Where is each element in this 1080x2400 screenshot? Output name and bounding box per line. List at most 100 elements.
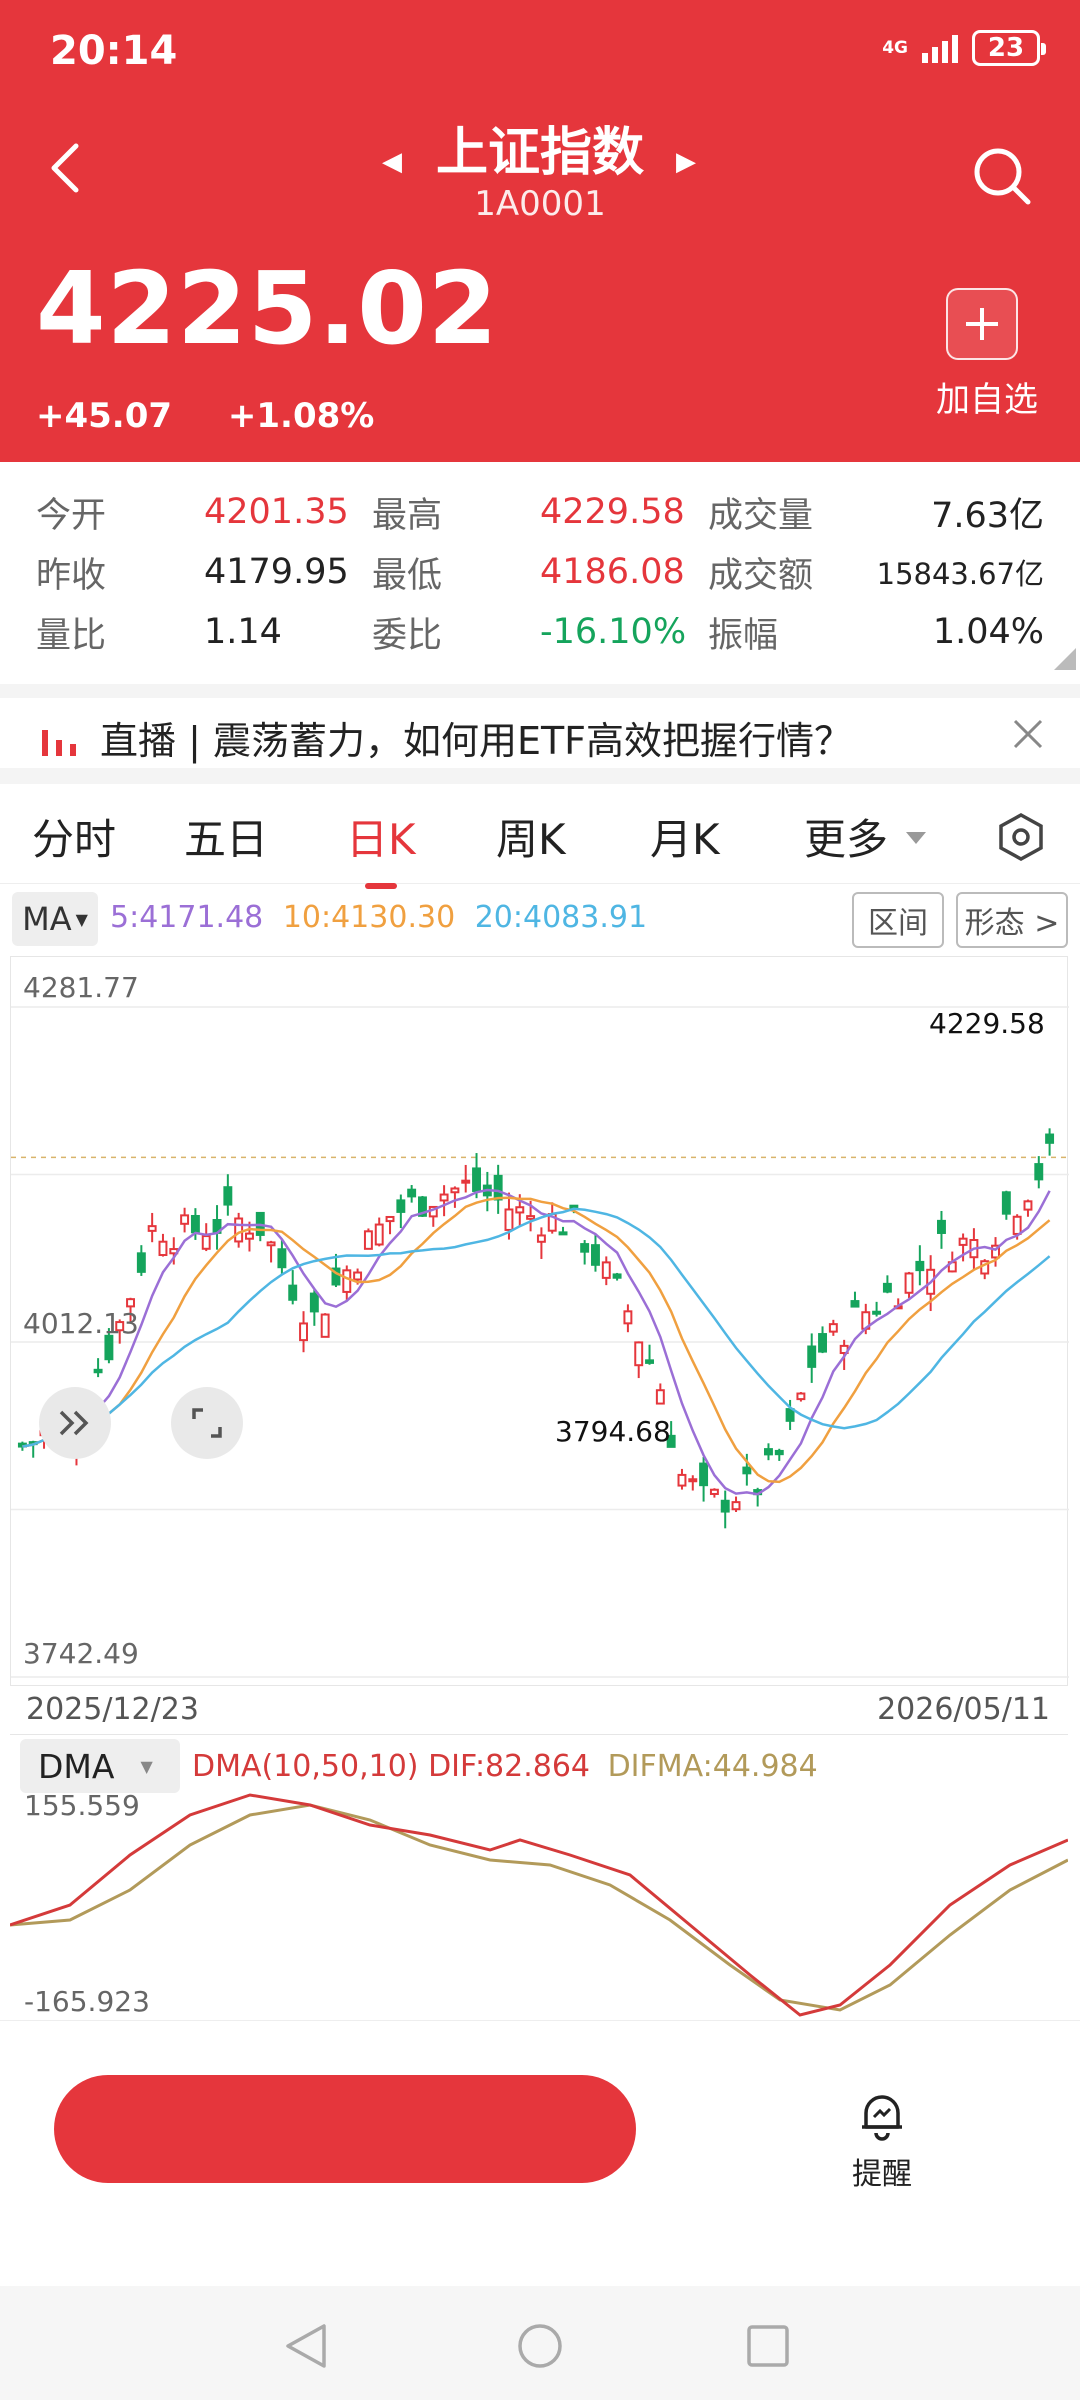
candle-body xyxy=(515,1206,525,1214)
plus-icon xyxy=(966,308,998,340)
dma-values: DMA(10,50,10) DIF:82.864 DIFMA:44.984 xyxy=(192,1749,818,1784)
tab-weekly-k[interactable]: 周K xyxy=(496,806,566,867)
stat-value: 1.04% xyxy=(932,612,1044,652)
stat-label: 成交量 xyxy=(708,495,814,536)
add-watchlist-label[interactable]: 加自选 xyxy=(936,372,1038,421)
candle-body xyxy=(320,1313,330,1338)
candle-body xyxy=(309,1292,319,1313)
candle-body xyxy=(526,1215,536,1220)
dma-top-label: 155.559 xyxy=(24,1789,140,1822)
system-nav-bar xyxy=(0,2286,1080,2400)
fullscreen-button[interactable] xyxy=(171,1387,243,1459)
close-banner-button[interactable] xyxy=(1012,718,1044,754)
candle-body xyxy=(850,1300,860,1308)
stat-value: 4229.58 xyxy=(540,492,685,532)
candle-body xyxy=(439,1193,449,1202)
live-banner[interactable]: 直播 | 震荡蓄力，如何用ETF高效把握行情？ xyxy=(0,684,1080,768)
candle-body xyxy=(796,1392,806,1401)
stock-code: 1A0001 xyxy=(474,184,606,224)
candle-body xyxy=(558,1231,568,1236)
pattern-button[interactable]: 形态 > xyxy=(956,892,1068,948)
nav-back-icon[interactable] xyxy=(284,2322,328,2370)
candle-body xyxy=(882,1282,892,1293)
section-divider xyxy=(0,768,1080,784)
chart-settings-button[interactable] xyxy=(998,812,1044,866)
candle-body xyxy=(872,1310,882,1315)
stat-label: 成交额 xyxy=(708,555,814,596)
x-axis-end-date: 2026/05/11 xyxy=(877,1692,1050,1727)
dif-line xyxy=(10,1793,1068,2017)
double-chevron-right-icon xyxy=(59,1410,89,1436)
difma-line xyxy=(10,1803,1068,2012)
stats-row: 量比 1.14 委比 -16.10% 振幅 1.04% xyxy=(0,602,1080,662)
tab-more[interactable]: 更多 xyxy=(804,806,888,867)
live-banner-text: 直播 | 震荡蓄力，如何用ETF高效把握行情？ xyxy=(100,719,853,763)
tab-five-day[interactable]: 五日 xyxy=(184,806,268,867)
add-watchlist-button[interactable] xyxy=(946,288,1018,360)
stats-row: 昨收 4179.95 最低 4186.08 成交额 15843.67亿 xyxy=(0,542,1080,602)
candle-body xyxy=(720,1499,730,1513)
ma10-value: 10:4130.30 xyxy=(282,900,456,935)
candle-body xyxy=(396,1199,406,1213)
trade-button[interactable] xyxy=(54,2075,636,2183)
candle-body xyxy=(688,1478,698,1483)
stat-value: 4179.95 xyxy=(204,552,349,592)
stat-value: 4186.08 xyxy=(540,552,685,592)
stat-label: 委比 xyxy=(372,615,443,656)
search-button[interactable] xyxy=(972,146,1032,210)
range-button[interactable]: 区间 xyxy=(852,892,944,948)
bottom-action-bar: 提醒 xyxy=(0,2020,1080,2284)
nav-home-icon[interactable] xyxy=(516,2322,564,2370)
expand-corner-icon[interactable] xyxy=(1054,648,1076,670)
low-price-marker: 3794.68 xyxy=(555,1415,671,1448)
period-tabs: 分时 五日 日K 周K 月K 更多 xyxy=(0,784,1080,889)
indicator-selector-button[interactable]: DMA ▼ xyxy=(20,1739,180,1793)
candle-body xyxy=(634,1341,644,1367)
expand-chart-button[interactable] xyxy=(39,1387,111,1459)
indicator-selector-label: DMA xyxy=(38,1746,115,1786)
candle-body xyxy=(363,1230,373,1250)
nav-recents-icon[interactable] xyxy=(746,2324,790,2368)
candle-body xyxy=(158,1240,168,1257)
candle-body xyxy=(655,1389,665,1405)
candle-body xyxy=(1012,1215,1022,1235)
settings-hexagon-icon xyxy=(999,813,1043,861)
candle-body xyxy=(709,1488,719,1495)
stat-label: 昨收 xyxy=(36,555,107,596)
candle-body xyxy=(493,1174,503,1201)
stat-label: 最低 xyxy=(372,555,443,596)
signal-icon xyxy=(922,33,958,63)
stat-label: 振幅 xyxy=(708,615,779,656)
candle-body xyxy=(1045,1133,1055,1144)
tab-daily-k[interactable]: 日K xyxy=(346,806,416,889)
stat-label: 今开 xyxy=(36,495,107,536)
stats-row: 今开 4201.35 最高 4229.58 成交量 7.63亿 xyxy=(0,482,1080,542)
candle-body xyxy=(299,1322,308,1342)
candle-body xyxy=(504,1208,514,1231)
bell-alert-icon xyxy=(862,2095,902,2141)
difma-value: DIFMA:44.984 xyxy=(607,1749,818,1784)
next-stock-button[interactable]: ▶ xyxy=(676,147,696,177)
candle-body xyxy=(623,1310,633,1325)
candle-body xyxy=(277,1248,287,1269)
kline-chart[interactable]: 4281.77 4012.13 3742.49 4229.58 3794.68 xyxy=(10,956,1069,1686)
candle-body xyxy=(569,1204,579,1209)
candle-body xyxy=(785,1408,795,1422)
dma-indicator-panel[interactable]: DMA ▼ DMA(10,50,10) DIF:82.864 DIFMA:44.9… xyxy=(10,1734,1068,2024)
fullscreen-icon xyxy=(192,1408,222,1438)
stat-value: 15843.67亿 xyxy=(876,557,1044,591)
ma-selector-button[interactable]: MA ▼ xyxy=(12,892,98,946)
tab-intraday[interactable]: 分时 xyxy=(32,806,116,867)
candle-body xyxy=(461,1179,471,1184)
stock-header: 20:14 4G 23 ◀ 上证指数 ▶ 1A0001 4225.02 +45.… xyxy=(0,0,1080,462)
high-price-marker: 4229.58 xyxy=(929,1007,1045,1040)
kline-plot xyxy=(11,1006,1069,1678)
candle-body xyxy=(536,1234,546,1243)
stat-value: 7.63亿 xyxy=(931,495,1044,536)
candle-body xyxy=(1023,1200,1033,1211)
alert-button[interactable]: 提醒 xyxy=(852,2089,912,2193)
dif-value: DIF:82.864 xyxy=(428,1749,591,1784)
candle-body xyxy=(353,1271,363,1281)
candle-body xyxy=(591,1244,600,1266)
tab-monthly-k[interactable]: 月K xyxy=(650,806,720,867)
